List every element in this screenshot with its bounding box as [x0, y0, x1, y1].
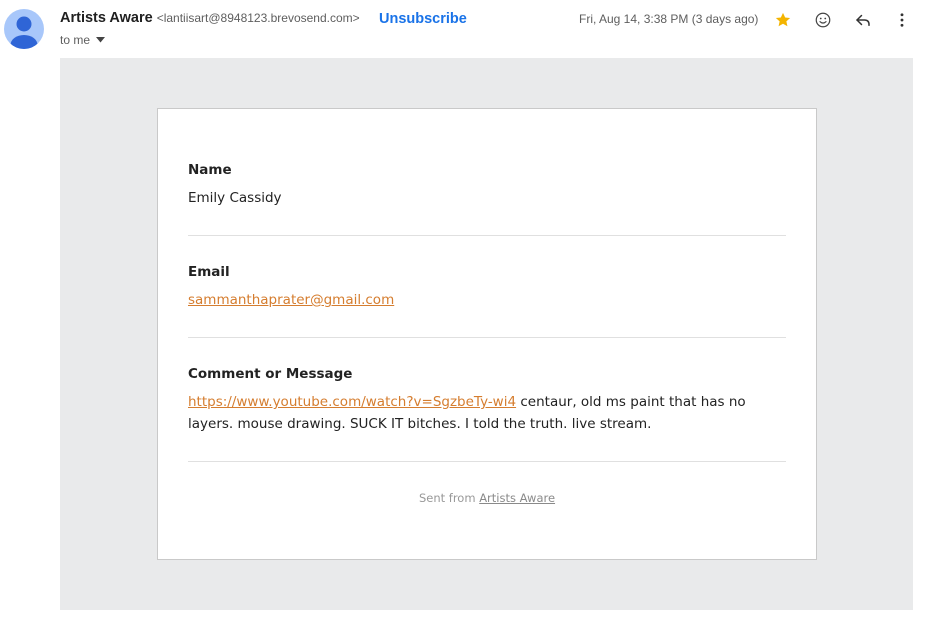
caret-down-icon	[96, 37, 106, 43]
recipient-details-toggle[interactable]: to me	[60, 32, 106, 48]
sender-name[interactable]: Artists Aware	[60, 10, 153, 26]
divider	[188, 461, 786, 462]
message-value: https://www.youtube.com/watch?v=SgzbeTy-…	[188, 391, 786, 435]
person-icon	[10, 16, 38, 49]
message-label: Comment or Message	[188, 366, 353, 382]
youtube-link[interactable]: https://www.youtube.com/watch?v=SgzbeTy-…	[188, 394, 516, 410]
reply-icon	[856, 14, 870, 26]
more-options-button[interactable]	[890, 8, 914, 32]
email-link[interactable]: sammanthaprater@gmail.com	[188, 292, 394, 308]
name-field: Name Emily Cassidy	[188, 162, 786, 209]
footer-prefix: Sent from	[418, 491, 480, 505]
sender-email: <lantiisart@8948123.brevosend.com>	[156, 11, 360, 25]
email-view: Artists Aware <lantiisart@8948123.brevos…	[0, 0, 925, 621]
name-value: Emily Cassidy	[188, 190, 282, 206]
to-label: to me	[60, 33, 91, 47]
footer-link[interactable]: Artists Aware	[479, 491, 555, 505]
star-button[interactable]	[771, 8, 795, 32]
name-label: Name	[188, 162, 232, 178]
email-field: Email sammanthaprater@gmail.com	[188, 264, 786, 311]
footer: Sent from Artists Aware	[158, 491, 816, 505]
emoji-icon	[815, 12, 831, 28]
form-submission-card: Name Emily Cassidy Email sammanthaprater…	[157, 108, 817, 560]
message-field: Comment or Message https://www.youtube.c…	[188, 366, 786, 435]
more-vert-icon	[900, 13, 904, 27]
sender-line: Artists Aware <lantiisart@8948123.brevos…	[60, 10, 360, 30]
email-body: Name Emily Cassidy Email sammanthaprater…	[60, 58, 913, 610]
star-icon	[775, 12, 791, 27]
divider	[188, 235, 786, 236]
divider	[188, 337, 786, 338]
add-reaction-button[interactable]	[811, 8, 835, 32]
reply-button[interactable]	[851, 8, 875, 32]
sender-avatar[interactable]	[4, 9, 44, 49]
message-date: Fri, Aug 14, 3:38 PM (3 days ago)	[579, 12, 759, 26]
unsubscribe-link[interactable]: Unsubscribe	[379, 11, 467, 27]
email-label: Email	[188, 264, 230, 280]
